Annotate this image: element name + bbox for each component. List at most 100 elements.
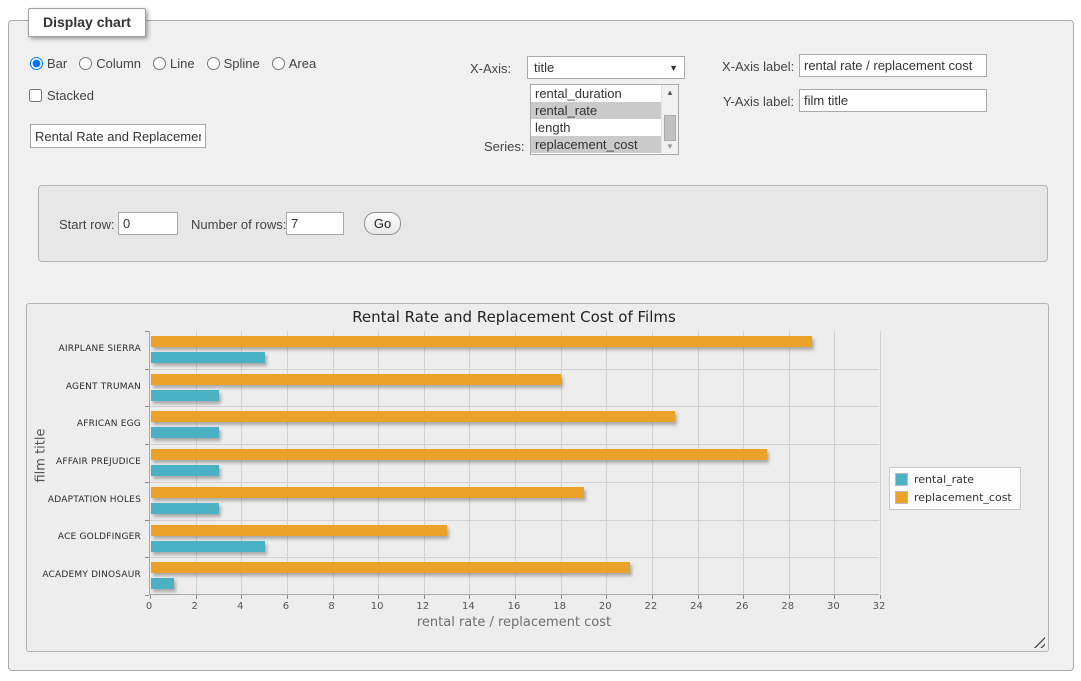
gridline-vertical [287,331,288,594]
y-tick-mark [145,406,149,407]
x-tick-label: 20 [590,601,620,612]
y-axis-label-field-label: Y-Axis label: [723,94,794,109]
row-range-panel: Start row: Number of rows: Go [38,185,1048,262]
gridline-vertical [241,331,242,594]
x-tick-label: 32 [864,601,894,612]
chart-container: Rental Rate and Replacement Cost of Film… [26,303,1049,652]
gridline-vertical [561,331,562,594]
x-tick-label: 10 [362,601,392,612]
chart-type-label-column: Column [96,56,141,71]
category-label: ACADEMY DINOSAUR [29,570,141,580]
chart-x-axis-title: rental rate / replacement cost [149,615,879,630]
x-tick-label: 12 [408,601,438,612]
series-option-length[interactable]: length [531,119,661,136]
x-tick-mark [652,595,653,599]
x-tick-label: 26 [727,601,757,612]
bar-replacement_cost [151,487,584,498]
chart-type-radio-bar[interactable] [30,57,43,70]
x-tick-mark [287,595,288,599]
y-tick-mark [145,595,149,596]
y-tick-mark [145,444,149,445]
bar-rental_rate [151,352,265,363]
num-rows-input[interactable] [286,212,344,235]
gridline-vertical [469,331,470,594]
x-tick-mark [241,595,242,599]
start-row-label: Start row: [59,217,115,232]
x-tick-label: 4 [225,601,255,612]
scroll-down-icon[interactable]: ▼ [662,139,678,154]
series-option-rental_rate[interactable]: rental_rate [531,102,661,119]
chart-title: Rental Rate and Replacement Cost of Film… [149,308,879,326]
num-rows-label: Number of rows: [191,217,286,232]
chart-type-radio-column[interactable] [79,57,92,70]
x-tick-mark [378,595,379,599]
series-multiselect[interactable]: rental_durationrental_ratelengthreplacem… [530,84,679,155]
gridline-vertical [378,331,379,594]
category-label: ACE GOLDFINGER [29,532,141,542]
x-axis-select[interactable]: title ▼ [527,56,685,79]
chart-type-label-spline: Spline [224,56,260,71]
x-axis-label-input[interactable] [799,54,987,77]
bar-rental_rate [151,465,219,476]
gridline-horizontal [150,444,879,445]
chart-type-label-line: Line [170,56,195,71]
legend-swatch-rental_rate [895,473,908,486]
legend-label: rental_rate [914,473,974,486]
chart-type-radio-spline[interactable] [207,57,220,70]
x-tick-label: 16 [499,601,529,612]
x-axis-label-field-label: X-Axis label: [722,59,794,74]
x-tick-label: 22 [636,601,666,612]
x-tick-mark [698,595,699,599]
start-row-input[interactable] [118,212,178,235]
resize-handle-icon[interactable] [1033,636,1045,648]
series-scrollbar[interactable]: ▲ ▼ [661,85,678,154]
gridline-vertical [880,331,881,594]
x-tick-mark [606,595,607,599]
x-tick-mark [424,595,425,599]
bar-rental_rate [151,578,174,589]
gridline-vertical [789,331,790,594]
stacked-checkbox[interactable] [29,89,42,102]
gridline-horizontal [150,520,879,521]
x-axis-label: X-Axis: [470,61,511,76]
category-label: AGENT TRUMAN [29,382,141,392]
category-label: AIRPLANE SIERRA [29,344,141,354]
chart-type-label-area: Area [289,56,316,71]
gridline-vertical [743,331,744,594]
stacked-label: Stacked [47,88,94,103]
x-tick-mark [743,595,744,599]
bar-rental_rate [151,541,265,552]
gridline-vertical [424,331,425,594]
x-tick-mark [789,595,790,599]
scrollbar-thumb[interactable] [664,115,676,141]
x-tick-mark [515,595,516,599]
chart-legend: rental_ratereplacement_cost [889,467,1021,510]
series-option-rental_duration[interactable]: rental_duration [531,85,661,102]
chart-type-label-bar: Bar [47,56,67,71]
y-axis-label-input[interactable] [799,89,987,112]
series-option-replacement_cost[interactable]: replacement_cost [531,136,661,153]
x-tick-label: 0 [134,601,164,612]
x-tick-label: 14 [453,601,483,612]
chart-type-radio-area[interactable] [272,57,285,70]
y-tick-mark [145,520,149,521]
go-button[interactable]: Go [364,212,401,235]
gridline-horizontal [150,369,879,370]
bar-replacement_cost [151,336,812,347]
chart-title-input[interactable] [30,124,206,148]
scroll-up-icon[interactable]: ▲ [662,85,678,100]
gridline-vertical [652,331,653,594]
bar-rental_rate [151,390,219,401]
chart-type-radio-line[interactable] [153,57,166,70]
x-tick-label: 2 [180,601,210,612]
category-label: AFFAIR PREJUDICE [29,457,141,467]
chart-type-radio-group: Bar Column Line Spline Area [30,56,324,71]
stacked-option: Stacked [29,88,94,103]
bar-replacement_cost [151,374,561,385]
gridline-horizontal [150,406,879,407]
bar-replacement_cost [151,449,767,460]
y-tick-mark [145,331,149,332]
gridline-vertical [515,331,516,594]
x-tick-label: 8 [317,601,347,612]
bar-replacement_cost [151,562,630,573]
